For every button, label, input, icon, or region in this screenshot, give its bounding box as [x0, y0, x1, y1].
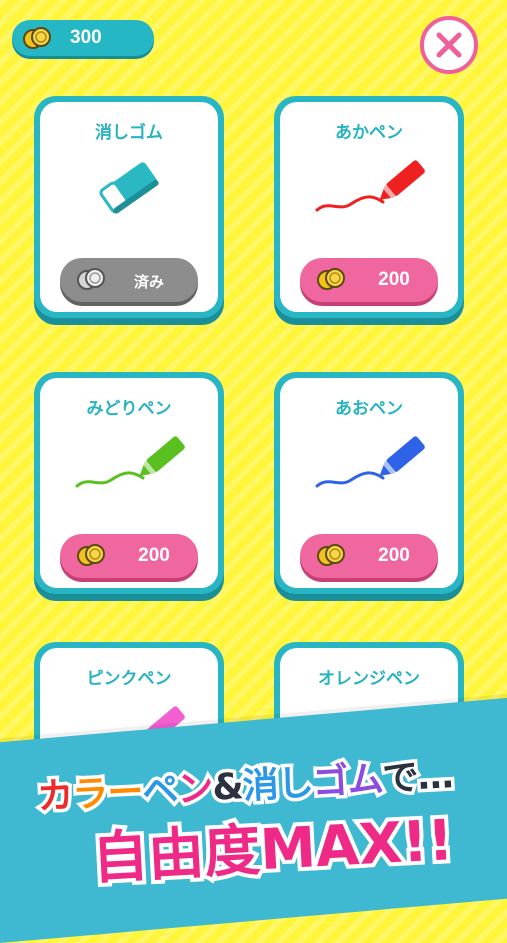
- item-name: 消しゴム: [95, 123, 163, 143]
- promo-char: ム: [343, 755, 387, 805]
- item-card-green-pen[interactable]: みどりペン 200: [34, 372, 224, 594]
- price-label: 200: [378, 269, 410, 290]
- card-body: あかペン 200: [280, 102, 458, 312]
- promo-char: ー: [103, 768, 147, 818]
- coins-icon: [317, 544, 345, 566]
- red-pen-icon: [315, 160, 425, 212]
- promo-char: ラ: [68, 770, 112, 820]
- price-label: 200: [138, 545, 170, 566]
- promo-char: ゴ: [308, 757, 352, 807]
- promo-char: &: [208, 763, 248, 813]
- purchased-button[interactable]: 済み: [60, 258, 198, 302]
- promo-char: 消: [238, 761, 282, 811]
- promo-char: カ: [33, 772, 77, 822]
- price-label: 済み: [133, 274, 164, 291]
- blue-pen-icon: [315, 436, 425, 488]
- item-name: あおペン: [335, 399, 403, 419]
- coins-icon: [23, 27, 51, 49]
- item-card-blue-pen[interactable]: あおペン 200: [274, 372, 464, 594]
- coins-icon: [77, 544, 105, 566]
- item-card-red-pen[interactable]: あかペン 200: [274, 96, 464, 318]
- item-name: ピンクペン: [86, 669, 172, 689]
- promo-char: で…: [378, 752, 457, 804]
- card-body: みどりペン 200: [40, 378, 218, 588]
- coin-count: 300: [70, 27, 102, 48]
- promo-char: ペ: [138, 766, 182, 816]
- item-card-eraser[interactable]: 消しゴム 済み: [34, 96, 224, 318]
- item-name: あかペン: [335, 123, 403, 143]
- eraser-icon: [99, 162, 159, 214]
- green-pen-icon: [75, 436, 185, 488]
- item-name: みどりペン: [86, 399, 172, 419]
- promo-char: ン: [173, 764, 217, 814]
- coin-counter: 300: [12, 20, 154, 56]
- buy-button[interactable]: 200: [60, 534, 198, 578]
- item-name: オレンジペン: [318, 669, 420, 689]
- promo-char: し: [273, 759, 317, 809]
- close-icon: [436, 32, 462, 58]
- price-label: 200: [378, 545, 410, 566]
- card-body: あおペン 200: [280, 378, 458, 588]
- coins-icon: [317, 268, 345, 290]
- buy-button[interactable]: 200: [300, 534, 438, 578]
- buy-button[interactable]: 200: [300, 258, 438, 302]
- close-button[interactable]: [420, 16, 478, 74]
- card-body: 消しゴム 済み: [40, 102, 218, 312]
